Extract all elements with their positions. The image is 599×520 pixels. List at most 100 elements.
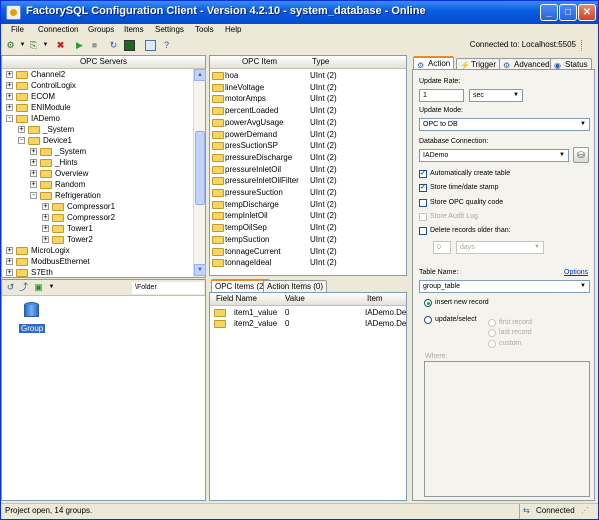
collapse-icon[interactable]: - (30, 192, 37, 200)
tree-node[interactable]: + _Hints (30, 157, 78, 168)
tree-node[interactable]: - Refrigeration (30, 190, 101, 201)
back-icon[interactable]: ↺ (5, 282, 16, 293)
opc-item-row[interactable]: pressureInletOilFilter UInt (2) (210, 175, 406, 187)
tree-node[interactable]: + ControlLogix (6, 80, 76, 91)
new-group-icon[interactable]: ▣ (33, 282, 44, 293)
tree-node[interactable]: - Device1 (18, 135, 72, 146)
delete-age-unit-select[interactable]: days ▼ (456, 241, 544, 254)
tree-node[interactable]: + Random (30, 179, 85, 190)
col-item[interactable]: Item (357, 293, 406, 306)
expand-icon[interactable]: + (42, 203, 49, 211)
expand-icon[interactable]: + (6, 104, 13, 112)
opc-item-row[interactable]: hoa UInt (2) (210, 70, 406, 82)
menu-file[interactable]: File (11, 25, 24, 34)
menu-connection[interactable]: Connection (38, 25, 78, 34)
tree-node[interactable]: + Overview (30, 168, 88, 179)
opc-item-row[interactable]: presSuctionSP UInt (2) (210, 140, 406, 152)
play-icon[interactable]: ▶ (74, 40, 85, 51)
table-row[interactable]: item2_value 0 IADemo.De (210, 318, 406, 329)
auto-create-table-checkbox[interactable]: ✓ (419, 170, 427, 178)
opc-item-row[interactable]: tempInletOil UInt (2) (210, 210, 406, 222)
table-row[interactable]: item1_value 0 IADemo.De (210, 307, 406, 318)
opc-item-row[interactable]: motorAmps UInt (2) (210, 93, 406, 105)
opc-item-row[interactable]: powerDemand UInt (2) (210, 129, 406, 141)
group-path-field[interactable]: \Folder (132, 282, 204, 294)
expand-icon[interactable]: + (6, 258, 13, 266)
expand-icon[interactable]: + (6, 247, 13, 255)
table-name-select[interactable]: group_table ▼ (419, 280, 590, 293)
expand-icon[interactable]: + (30, 159, 37, 167)
group-label[interactable]: Group (19, 324, 46, 333)
update-mode-select[interactable]: OPC to DB ▼ (419, 118, 590, 131)
opc-item-row[interactable]: powerAvgUsage UInt (2) (210, 117, 406, 129)
expand-icon[interactable]: + (18, 126, 25, 134)
expand-icon[interactable]: + (30, 170, 37, 178)
refresh-icon[interactable]: ↻ (108, 40, 119, 51)
collapse-icon[interactable]: - (6, 115, 13, 123)
expand-icon[interactable]: + (6, 269, 13, 277)
opc-servers-scrollbar[interactable]: ▲ ▼ (193, 69, 206, 277)
store-time-checkbox[interactable]: ✓ (419, 184, 427, 192)
last-record-radio[interactable] (488, 329, 496, 337)
opc-servers-tree[interactable]: + Channel2 + ControlLogix + ECOM + ENIModule - IA… (2, 69, 192, 277)
opc-item-row[interactable]: tempDischarge UInt (2) (210, 199, 406, 211)
insert-new-record-radio[interactable] (424, 299, 432, 307)
update-rate-input[interactable]: 1 (419, 89, 464, 102)
opc-item-row[interactable]: tempOilSep UInt (2) (210, 222, 406, 234)
tree-node[interactable]: + Compressor1 (42, 201, 115, 212)
tab-opc-items[interactable]: OPC Items (2) (211, 279, 271, 292)
scroll-thumb[interactable] (195, 131, 205, 205)
tree-node[interactable]: + Tower2 (42, 234, 93, 245)
tree-node[interactable]: + ENIModule (6, 102, 71, 113)
up-icon[interactable]: ⤴ (18, 282, 29, 293)
menu-help[interactable]: Help (225, 25, 241, 34)
opc-item-row[interactable]: tempSuction UInt (2) (210, 234, 406, 246)
group-db-icon[interactable] (24, 302, 39, 322)
menu-groups[interactable]: Groups (88, 25, 114, 34)
menu-tools[interactable]: Tools (195, 25, 214, 34)
expand-icon[interactable]: + (42, 236, 49, 244)
opc-item-row[interactable]: pressureInletOil UInt (2) (210, 164, 406, 176)
col-field-name[interactable]: Field Name (210, 293, 277, 306)
maximize-button[interactable]: □ (559, 4, 577, 21)
expand-icon[interactable]: + (6, 93, 13, 101)
opc-item-row[interactable]: tonnageCurrent UInt (2) (210, 246, 406, 258)
tree-node[interactable]: + ECOM (6, 91, 55, 102)
opc-items-list[interactable]: hoa UInt (2) lineVoltage UInt (2) motorAmps U… (210, 70, 406, 275)
col-type[interactable]: Type (309, 56, 406, 69)
scroll-down-button[interactable]: ▼ (194, 264, 206, 276)
opc-item-row[interactable]: pressureDischarge UInt (2) (210, 152, 406, 164)
custom-radio[interactable] (488, 340, 496, 348)
tab-action[interactable]: ⚙ Action (413, 56, 455, 70)
minimize-button[interactable]: _ (540, 4, 558, 21)
tree-node[interactable]: + Tower1 (42, 223, 93, 234)
delete-age-input[interactable]: 0 (433, 241, 451, 254)
col-value[interactable]: Value (277, 293, 357, 306)
tree-node[interactable]: + _System (30, 146, 86, 157)
tree-node[interactable]: + ModbusEthernet (6, 256, 90, 267)
db-connection-select[interactable]: IADemo ▼ (419, 149, 569, 162)
tree-node[interactable]: + MicroLogix (6, 245, 70, 256)
audit-log-checkbox[interactable] (419, 213, 427, 221)
add-group-icon[interactable]: ⎘ (28, 40, 39, 51)
first-record-radio[interactable] (488, 319, 496, 327)
where-textarea[interactable] (424, 361, 590, 497)
tree-node[interactable]: - IADemo (6, 113, 60, 124)
toolbar-grip[interactable] (581, 40, 592, 51)
tree-node[interactable]: + _System (18, 124, 74, 135)
help-icon[interactable]: ? (161, 40, 172, 51)
expand-icon[interactable]: + (6, 71, 13, 79)
update-select-radio[interactable] (424, 316, 432, 324)
tree-node[interactable]: + Compressor2 (42, 212, 115, 223)
scroll-up-button[interactable]: ▲ (194, 69, 206, 81)
tree-node[interactable]: + S7Eth (6, 267, 53, 277)
connect-dropdown-icon[interactable]: ▼ (17, 40, 28, 51)
expand-icon[interactable]: + (42, 214, 49, 222)
new-group-dropdown-icon[interactable]: ▼ (46, 282, 57, 293)
add-group-dropdown-icon[interactable]: ▼ (40, 40, 51, 51)
stop-icon[interactable]: ■ (89, 40, 100, 51)
opc-item-row[interactable]: percentLoaded UInt (2) (210, 105, 406, 117)
expand-icon[interactable]: + (6, 82, 13, 90)
close-button[interactable]: ✕ (578, 4, 596, 21)
collapse-icon[interactable]: - (18, 137, 25, 145)
